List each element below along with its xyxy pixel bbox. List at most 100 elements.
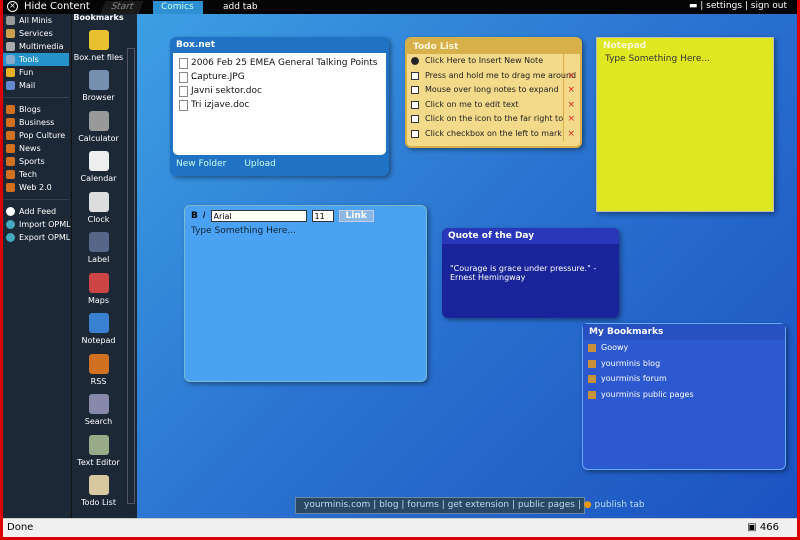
boxnet-widget[interactable]: Box.net 2006 Feb 25 EMEA General Talking…: [170, 37, 389, 176]
todo-item[interactable]: Mouse over long notes to expand ×: [407, 83, 575, 98]
count: 466: [759, 522, 779, 533]
todo-text[interactable]: Click on me to edit text: [425, 100, 519, 109]
tab-comics[interactable]: Comics: [153, 1, 203, 14]
font-input[interactable]: [210, 210, 307, 222]
mini-calendar[interactable]: Calendar: [72, 146, 125, 187]
sign-out-link[interactable]: sign out: [751, 1, 787, 11]
category-fun[interactable]: Fun: [3, 66, 69, 79]
footer-link[interactable]: public pages: [518, 500, 575, 510]
feed-blogs[interactable]: Blogs: [3, 103, 69, 116]
mini-todo-list[interactable]: Todo List: [72, 470, 125, 511]
mini-notepad[interactable]: Notepad: [72, 308, 125, 349]
category-all-minis[interactable]: All Minis: [3, 14, 69, 27]
feed-action-1[interactable]: Import OPML: [3, 218, 71, 231]
delete-icon[interactable]: ×: [567, 112, 575, 127]
separator: |: [398, 500, 408, 510]
folder-icon[interactable]: ▬: [689, 1, 698, 11]
checkbox[interactable]: [411, 71, 419, 80]
link-button[interactable]: Link: [338, 210, 374, 222]
bookmark-item[interactable]: Goowy: [583, 340, 785, 356]
delete-icon[interactable]: ×: [567, 83, 575, 98]
category-tools[interactable]: Tools: [3, 53, 69, 66]
file-item[interactable]: Capture.JPG: [173, 70, 386, 84]
category-multimedia[interactable]: Multimedia: [3, 40, 69, 53]
mini-clock[interactable]: Clock: [72, 186, 125, 227]
file-item[interactable]: Javni sektor.doc: [173, 84, 386, 98]
mini-label: Maps: [87, 295, 110, 305]
mini-search[interactable]: Search: [72, 389, 125, 430]
mini-maps[interactable]: Maps: [72, 267, 125, 308]
checkbox[interactable]: [411, 115, 419, 123]
mini-calculator[interactable]: Calculator: [72, 105, 125, 146]
feed-action-2[interactable]: Export OPML: [3, 231, 70, 244]
bookmark-item[interactable]: yourminis forum: [583, 371, 785, 387]
todo-item[interactable]: Press and hold me to drag me around ×: [407, 68, 576, 83]
footer-link[interactable]: get extension: [448, 500, 510, 510]
divider: [3, 97, 69, 98]
minis-scrollbar[interactable]: [127, 48, 135, 504]
file-item[interactable]: 2006 Feb 25 EMEA General Talking Points …: [173, 56, 386, 82]
notepad-text[interactable]: Type Something Here...: [597, 54, 773, 64]
feed-action-label: Import OPML: [19, 220, 71, 229]
mini-rss[interactable]: RSS: [72, 348, 125, 389]
hide-label: Hide Content: [24, 1, 90, 12]
delete-icon[interactable]: ×: [567, 98, 575, 113]
hide-content-button[interactable]: × Hide Content: [7, 1, 90, 12]
feed-action-0[interactable]: Add Feed: [3, 205, 69, 218]
text-editor-widget[interactable]: BI Link Type Something Here...: [184, 205, 427, 382]
editor-text[interactable]: Type Something Here...: [185, 226, 426, 236]
mini-label: Box.net files: [73, 52, 124, 62]
bookmark-item[interactable]: yourminis blog: [583, 356, 785, 372]
mini-box-net-files[interactable]: Box.net files: [72, 24, 125, 65]
todo-item[interactable]: Click on the icon to the far right to ×: [407, 112, 575, 127]
todo-text[interactable]: Mouse over long notes to expand: [425, 85, 559, 94]
feed-pop-culture[interactable]: Pop Culture: [3, 129, 69, 142]
file-item[interactable]: Tri izjave.doc: [173, 98, 386, 112]
checkbox[interactable]: [411, 129, 419, 138]
new-folder-button[interactable]: New Folder: [176, 159, 226, 169]
category-icon: [6, 81, 15, 90]
checkbox[interactable]: [411, 86, 419, 94]
box-net-files-icon: [88, 29, 109, 50]
category-services[interactable]: Services: [3, 27, 69, 40]
todo-item[interactable]: Click on me to edit text ×: [407, 97, 575, 112]
todo-item[interactable]: Click checkbox on the left to mark ×: [407, 126, 575, 141]
todo-widget[interactable]: Todo List Click Here to Insert New Note …: [405, 37, 582, 148]
todo-text[interactable]: Click checkbox on the left to mark: [425, 129, 562, 138]
upload-button[interactable]: Upload: [244, 159, 276, 169]
footer-link[interactable]: blog: [379, 500, 398, 510]
category-label: Fun: [19, 68, 34, 77]
delete-icon[interactable]: ×: [567, 127, 575, 142]
italic-button[interactable]: I: [203, 211, 206, 221]
size-input[interactable]: [311, 210, 334, 222]
settings-link[interactable]: settings: [706, 1, 742, 11]
todo-text[interactable]: Press and hold me to drag me around: [425, 71, 576, 80]
mini-browser[interactable]: Browser: [72, 65, 125, 106]
footer-link[interactable]: forums: [407, 500, 439, 510]
bookmark-item[interactable]: yourminis public pages: [583, 387, 785, 403]
notepad-widget[interactable]: Notepad Type Something Here...: [596, 37, 774, 212]
todo-text[interactable]: Click on the icon to the far right to: [425, 114, 563, 123]
rss-icon: [6, 118, 15, 127]
mini-label[interactable]: Label: [72, 227, 125, 268]
minis-panel: Bookmarks Box.net files Browser Calculator…: [71, 14, 125, 518]
category-mail[interactable]: Mail: [3, 79, 69, 92]
feed-news[interactable]: News: [3, 142, 69, 155]
rss-icon: [6, 157, 15, 166]
feed-sports[interactable]: Sports: [3, 155, 69, 168]
footer-link[interactable]: yourminis.com: [304, 500, 370, 510]
maps-icon: [88, 272, 109, 293]
footer-link[interactable]: publish tab: [595, 500, 645, 510]
delete-icon[interactable]: ×: [567, 69, 575, 84]
bookmarks-widget[interactable]: My Bookmarks Goowy yourminis blog yourmini…: [582, 323, 786, 470]
checkbox[interactable]: [411, 100, 419, 109]
category-label: Multimedia: [19, 42, 64, 51]
add-tab-button[interactable]: add tab: [215, 1, 266, 14]
feed-tech[interactable]: Tech: [3, 168, 69, 181]
insert-note-button[interactable]: Click Here to Insert New Note: [407, 54, 564, 69]
feed-web-2-0[interactable]: Web 2.0: [3, 181, 69, 194]
bold-button[interactable]: B: [191, 211, 198, 221]
add-icon: [411, 57, 419, 65]
feed-business[interactable]: Business: [3, 116, 69, 129]
mini-text-editor[interactable]: Text Editor: [72, 429, 125, 470]
